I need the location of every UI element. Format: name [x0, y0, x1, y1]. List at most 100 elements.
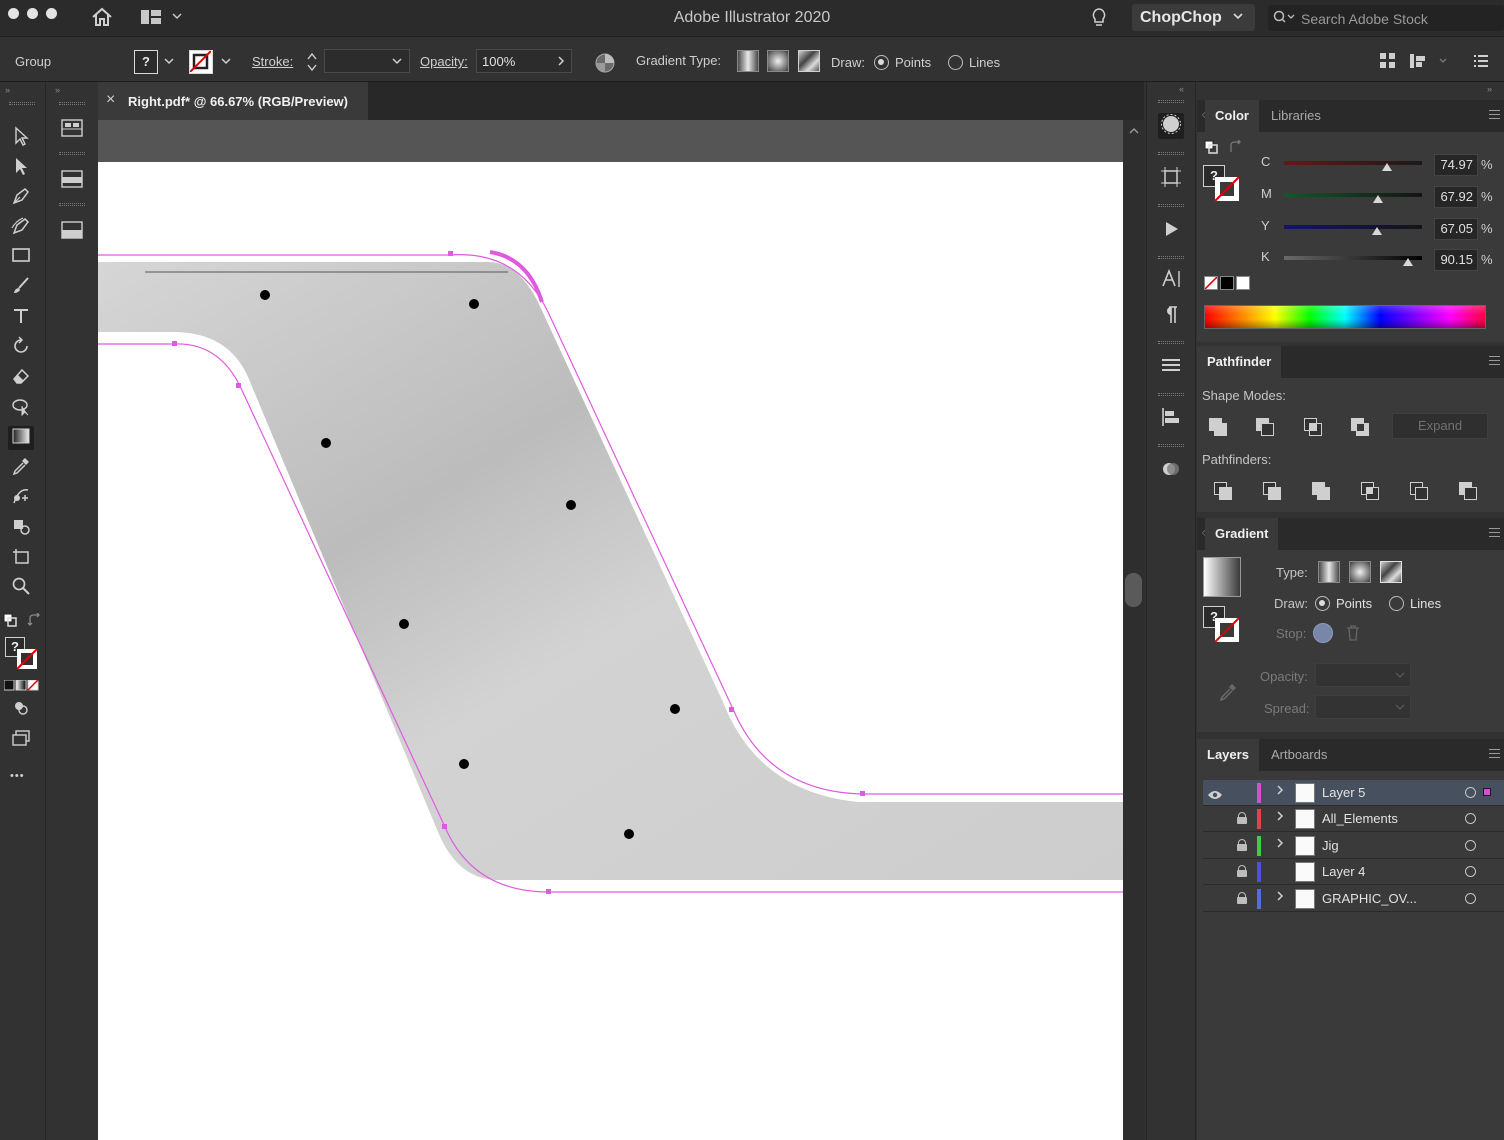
layers-panel-menu-icon[interactable]: [1489, 749, 1500, 758]
layer-name[interactable]: Jig: [1322, 838, 1339, 853]
stop-color-swatch[interactable]: [1313, 623, 1333, 643]
panel-list-icon[interactable]: [1474, 55, 1488, 70]
scroll-up-arrow-icon[interactable]: [1128, 124, 1140, 139]
radial-gradient-button[interactable]: [767, 50, 789, 72]
eyedropper-tool-icon[interactable]: [8, 456, 34, 480]
channel-slider-thumb[interactable]: [1382, 163, 1393, 171]
unite-icon[interactable]: [1209, 418, 1229, 438]
screen-mode-icon[interactable]: [8, 728, 34, 752]
channel-slider-thumb[interactable]: [1403, 258, 1414, 266]
draw-lines-radio[interactable]: [948, 55, 963, 70]
artboard-tool-icon[interactable]: [8, 546, 34, 570]
draw-points-radio[interactable]: [874, 55, 889, 70]
document-tab[interactable]: × Right.pdf* @ 66.67% (RGB/Preview): [98, 82, 368, 120]
fill-swatch[interactable]: ?: [134, 50, 158, 74]
gradient-draw-points-radio[interactable]: [1315, 596, 1330, 611]
channel-slider-m[interactable]: [1284, 193, 1422, 197]
blend-tool-icon[interactable]: [8, 486, 34, 510]
gradient-stroke-swatch[interactable]: [1214, 617, 1240, 643]
tab-artboards[interactable]: Artboards: [1261, 739, 1337, 771]
gradient-preview-swatch[interactable]: [1203, 557, 1241, 597]
layer-name[interactable]: All_Elements: [1322, 811, 1398, 826]
stroke-label[interactable]: Stroke:: [252, 54, 293, 69]
actions-play-icon[interactable]: [1158, 218, 1184, 244]
tab-color[interactable]: Color: [1205, 100, 1259, 132]
opacity-label[interactable]: Opacity:: [420, 54, 468, 69]
minimize-window-button[interactable]: [27, 8, 38, 19]
character-panel-icon[interactable]: [1158, 268, 1184, 294]
crop-icon[interactable]: [1361, 482, 1381, 502]
color-stroke-swatch[interactable]: [1214, 176, 1240, 202]
freeform-gradient-button[interactable]: [798, 50, 820, 72]
stroke-weight-field[interactable]: [324, 49, 410, 73]
color-none-gradient-modes-icon[interactable]: [3, 679, 40, 691]
merge-icon[interactable]: [1312, 482, 1332, 502]
swatches-panel-icon[interactable]: [61, 119, 83, 137]
type-tool-icon[interactable]: [8, 306, 34, 330]
selection-tool-icon[interactable]: [8, 126, 34, 150]
workspace-layout-icon[interactable]: [140, 9, 184, 25]
target-circle-icon[interactable]: [1465, 787, 1476, 798]
transform-panel-icon[interactable]: [1158, 166, 1184, 192]
target-circle-icon[interactable]: [1465, 892, 1476, 904]
color-spectrum-bar[interactable]: [1204, 305, 1486, 329]
eraser-tool-icon[interactable]: [8, 366, 34, 390]
recolor-artwork-icon[interactable]: [594, 52, 616, 77]
channel-value-k[interactable]: 90.15: [1434, 249, 1478, 271]
tab-libraries[interactable]: Libraries: [1261, 100, 1331, 132]
shape-builder-tool-icon[interactable]: [8, 396, 34, 420]
delete-stop-icon[interactable]: [1346, 625, 1360, 641]
swap-colors-icon[interactable]: [1228, 139, 1242, 154]
gradient-radial-button[interactable]: [1349, 561, 1371, 583]
default-colors-icon[interactable]: [1204, 140, 1218, 154]
expand-button[interactable]: Expand: [1392, 413, 1488, 439]
lightbulb-icon[interactable]: [1090, 7, 1108, 29]
channel-value-m[interactable]: 67.92: [1434, 186, 1478, 208]
divide-icon[interactable]: [1214, 482, 1234, 502]
direct-selection-tool-icon[interactable]: [8, 156, 34, 180]
channel-slider-y[interactable]: [1284, 225, 1422, 229]
close-window-button[interactable]: [8, 8, 19, 19]
channel-value-c[interactable]: 74.97: [1434, 154, 1478, 176]
expand-chevron-icon[interactable]: [1275, 783, 1285, 800]
none-swatch[interactable]: [1204, 276, 1218, 290]
default-fill-stroke-icon[interactable]: [3, 613, 17, 627]
collapse-strip-icon[interactable]: »: [55, 85, 60, 95]
gradient-freeform-button[interactable]: [1380, 561, 1402, 583]
close-tab-icon[interactable]: ×: [106, 91, 115, 109]
layer-row[interactable]: GRAPHIC_OV...: [1203, 886, 1504, 912]
toolbar-stroke-swatch[interactable]: [16, 648, 38, 670]
exclude-icon[interactable]: [1351, 418, 1371, 438]
gradient-panel-menu-icon[interactable]: [1489, 528, 1500, 537]
channel-slider-k[interactable]: [1284, 256, 1422, 260]
drawing-modes-icon[interactable]: [8, 698, 34, 722]
expand-chevron-icon[interactable]: [1275, 836, 1285, 853]
selection-indicator[interactable]: [1483, 788, 1491, 796]
workspace-switcher[interactable]: ChopChop: [1132, 4, 1255, 31]
minus-front-icon[interactable]: [1256, 418, 1276, 438]
white-swatch[interactable]: [1236, 276, 1250, 290]
stroke-swatch-chevron-icon[interactable]: [220, 55, 232, 70]
curvature-tool-icon[interactable]: [8, 216, 34, 240]
tab-gradient[interactable]: Gradient: [1205, 518, 1279, 550]
tab-pathfinder[interactable]: Pathfinder: [1197, 346, 1282, 378]
rectangle-tool-icon[interactable]: [8, 246, 34, 270]
artwork[interactable]: [98, 162, 1123, 1140]
black-swatch[interactable]: [1220, 276, 1234, 290]
minus-back-icon[interactable]: [1459, 482, 1479, 502]
channel-value-y[interactable]: 67.05: [1434, 218, 1478, 240]
eyedropper-icon[interactable]: [1217, 681, 1239, 703]
intersect-icon[interactable]: [1304, 418, 1324, 438]
align-panel-icon[interactable]: [1158, 406, 1184, 432]
artboard[interactable]: [98, 162, 1123, 1140]
gradient-tool-icon[interactable]: [8, 426, 34, 450]
stroke-swatch[interactable]: [189, 50, 213, 74]
layer-row[interactable]: Jig: [1203, 833, 1504, 859]
trim-icon[interactable]: [1263, 482, 1283, 502]
edit-toolbar-more-icon[interactable]: •••: [10, 770, 25, 782]
layer-name[interactable]: GRAPHIC_OV...: [1322, 891, 1417, 906]
linear-gradient-button[interactable]: [737, 50, 759, 72]
gradient-opacity-field[interactable]: [1315, 663, 1411, 687]
gradient-draw-lines-radio[interactable]: [1389, 596, 1404, 611]
lock-icon[interactable]: [1237, 865, 1247, 878]
